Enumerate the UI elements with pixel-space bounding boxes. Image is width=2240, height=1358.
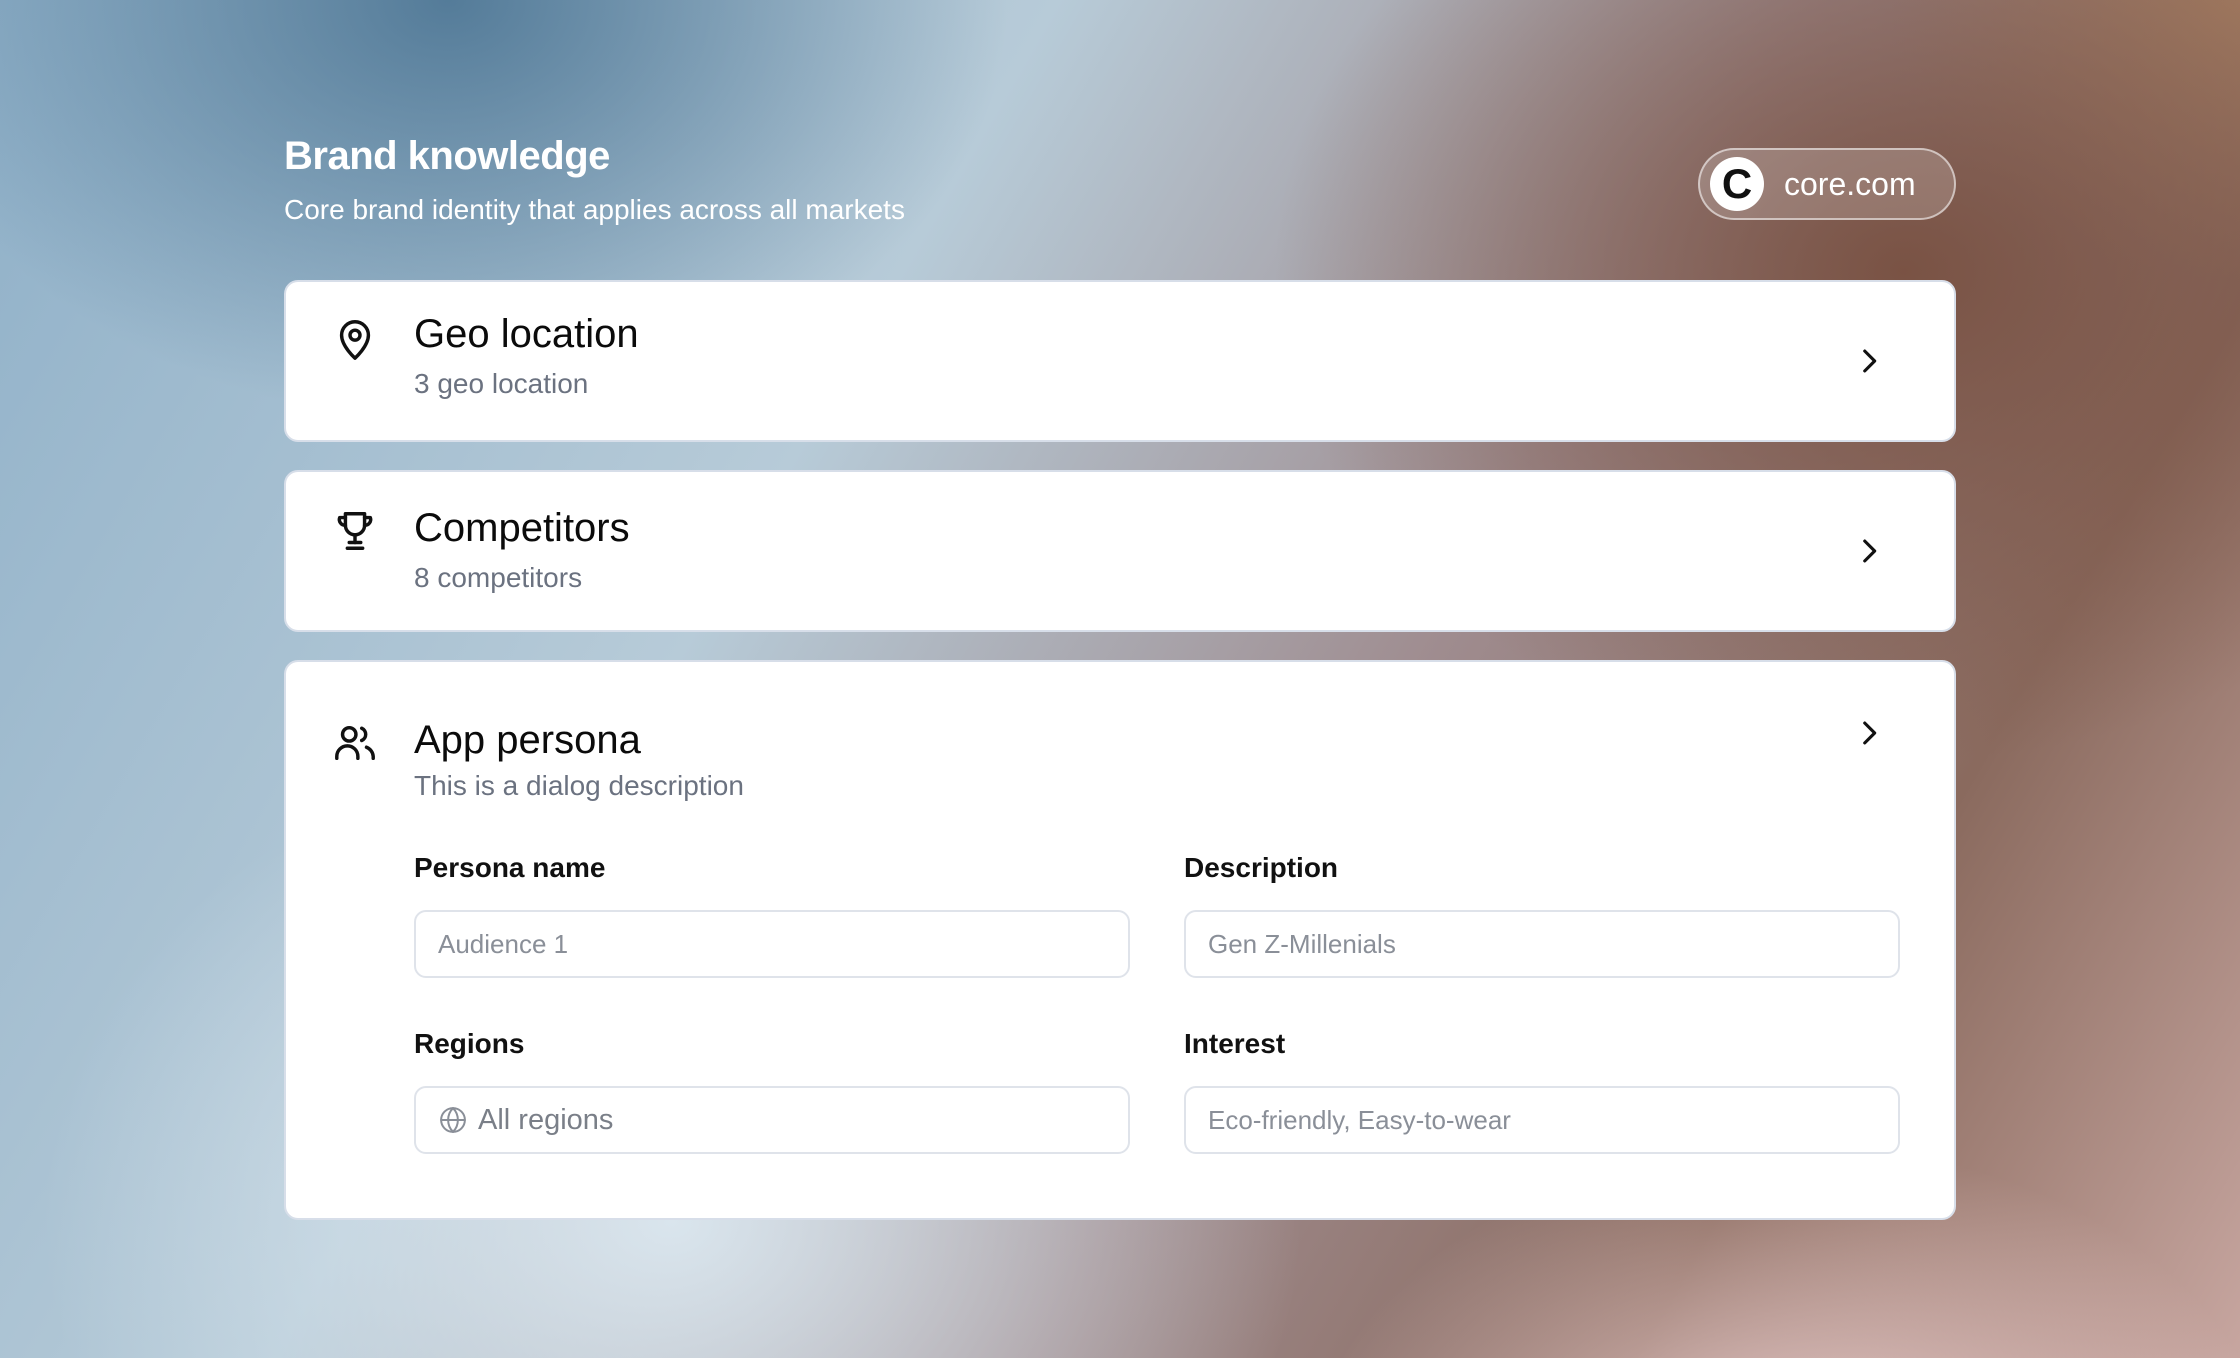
users-icon	[332, 720, 378, 766]
competitors-card[interactable]: Competitors 8 competitors	[284, 470, 1956, 632]
description-label: Description	[1184, 852, 1339, 883]
description-input[interactable]	[1184, 910, 1900, 978]
interest-label: Interest	[1184, 1028, 1286, 1059]
regions-label: Regions	[414, 1028, 525, 1059]
geo-location-count: 3 geo location	[414, 368, 589, 399]
persona-name-input[interactable]	[414, 910, 1130, 978]
globe-icon	[438, 1105, 468, 1135]
interest-input[interactable]	[1184, 1086, 1900, 1154]
app-persona-title: App persona	[414, 718, 641, 762]
brand-switcher[interactable]: C core.com	[1698, 148, 1956, 220]
geo-location-card[interactable]: Geo location 3 geo location	[284, 280, 1956, 442]
trophy-icon	[332, 508, 378, 554]
geo-location-title: Geo location	[414, 312, 639, 356]
regions-value: All regions	[478, 1103, 614, 1136]
app-persona-description: This is a dialog description	[414, 770, 744, 801]
page-header: Brand knowledge Core brand identity that…	[284, 128, 1956, 238]
chevron-right-icon[interactable]	[1852, 716, 1886, 750]
competitors-title: Competitors	[414, 506, 630, 550]
brand-domain: core.com	[1784, 165, 1916, 202]
page-title: Brand knowledge	[284, 134, 610, 178]
brand-logo: C	[1710, 157, 1764, 211]
map-pin-icon	[332, 316, 378, 362]
chevron-right-icon[interactable]	[1852, 344, 1886, 378]
competitors-count: 8 competitors	[414, 562, 583, 593]
persona-name-label: Persona name	[414, 852, 606, 883]
chevron-right-icon[interactable]	[1852, 534, 1886, 568]
app-persona-card: App persona This is a dialog description…	[284, 660, 1956, 1220]
regions-select[interactable]: All regions	[414, 1086, 1130, 1154]
page-subtitle: Core brand identity that applies across …	[284, 194, 905, 225]
